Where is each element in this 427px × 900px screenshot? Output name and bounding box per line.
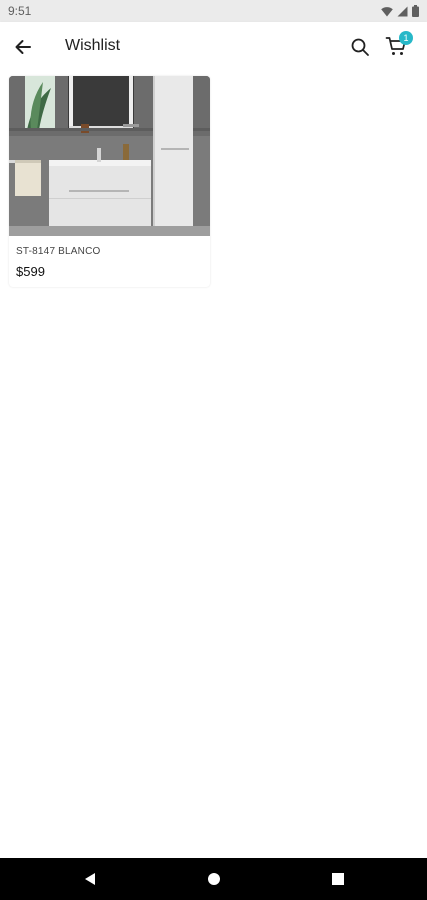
page-title: Wishlist — [65, 37, 121, 54]
status-time: 9:51 — [8, 4, 32, 18]
battery-icon — [412, 5, 419, 17]
search-button[interactable] — [348, 35, 372, 59]
recents-square-icon — [332, 873, 344, 885]
status-bar: 9:51 — [0, 0, 427, 22]
signal-icon — [397, 6, 408, 16]
system-nav-bar — [0, 858, 427, 900]
nav-home-button[interactable] — [204, 869, 224, 889]
product-name: ST-8147 BLANCO — [16, 246, 101, 257]
product-card[interactable]: ST-8147 BLANCO $599 — [9, 76, 210, 287]
search-icon — [351, 38, 369, 56]
product-photo — [9, 76, 210, 236]
product-price: $599 — [16, 264, 45, 279]
nav-back-button[interactable] — [80, 869, 100, 889]
back-arrow-icon — [15, 40, 31, 54]
bathroom-vanity-image — [9, 76, 210, 236]
app-bar: Wishlist 1 — [0, 22, 427, 72]
nav-recents-button[interactable] — [328, 869, 348, 889]
back-button[interactable] — [10, 34, 36, 60]
wifi-icon — [381, 6, 393, 16]
home-circle-icon — [208, 873, 220, 885]
cart-badge: 1 — [399, 31, 413, 45]
wishlist-content: ST-8147 BLANCO $599 — [0, 72, 427, 858]
back-triangle-icon — [85, 873, 95, 885]
status-icons — [381, 5, 419, 17]
